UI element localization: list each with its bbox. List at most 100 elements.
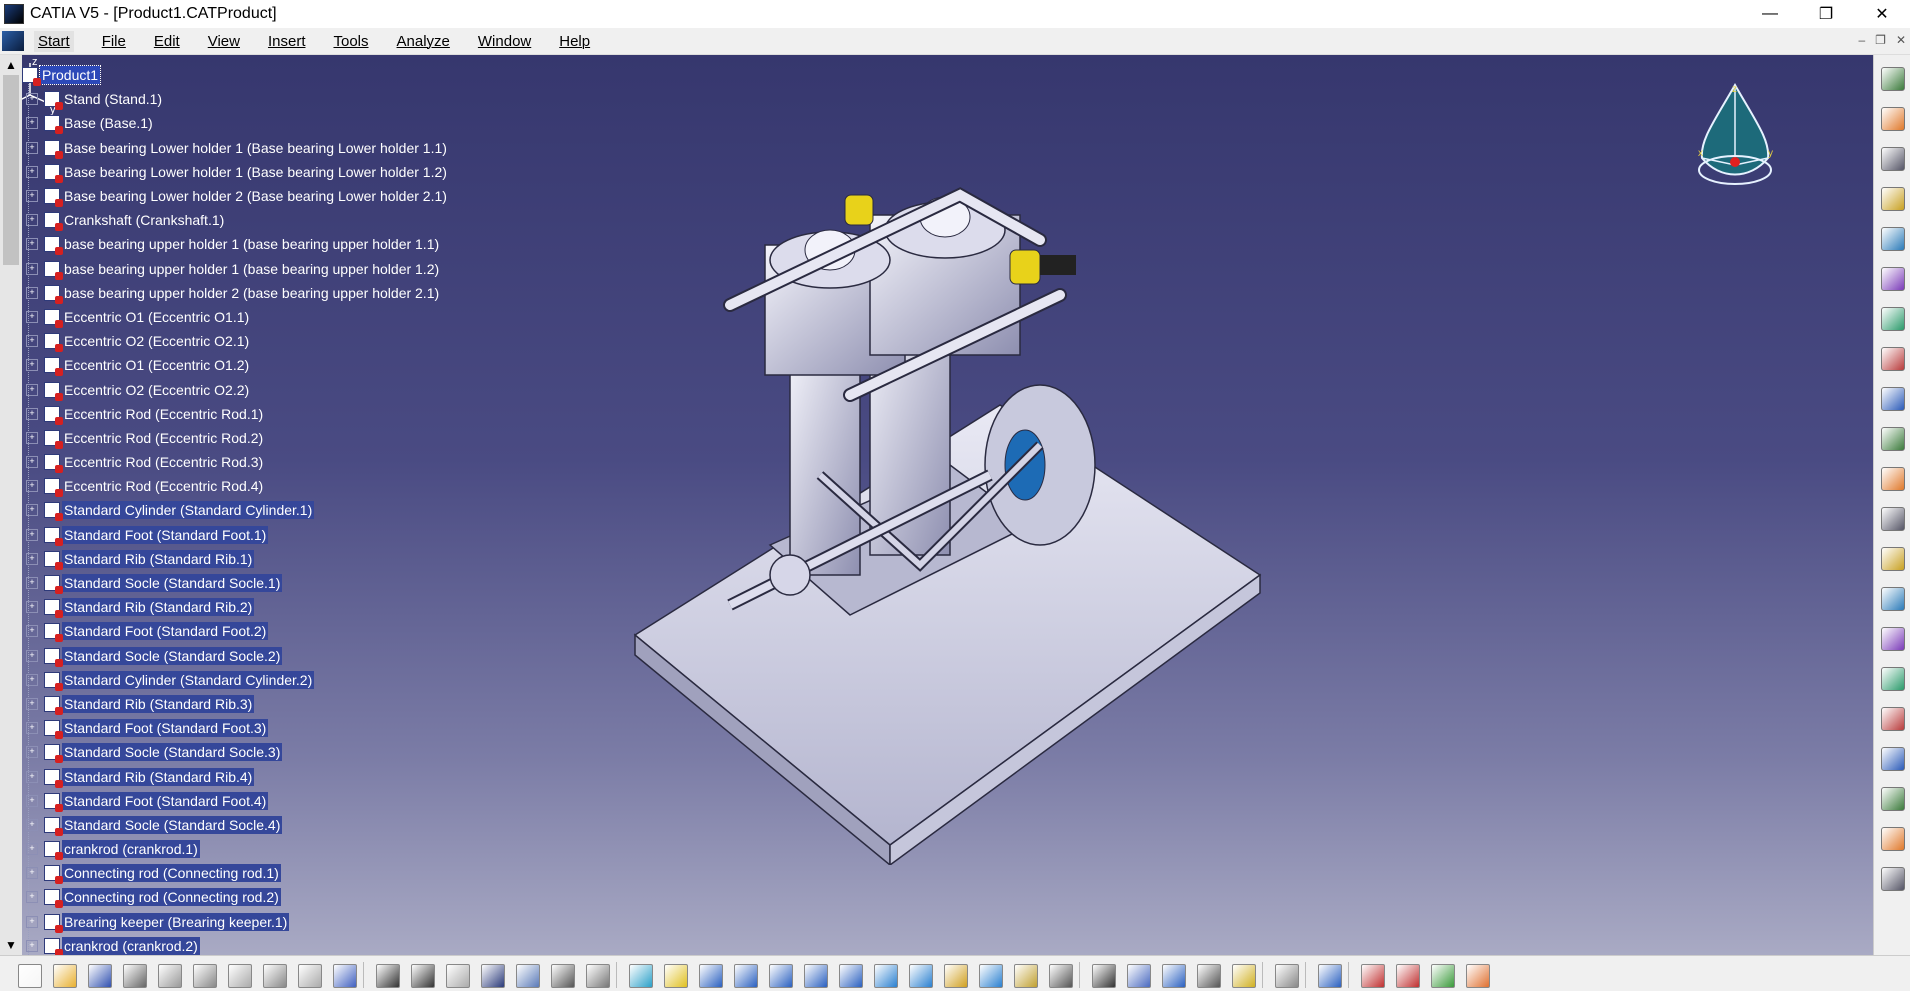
catalog-icon[interactable]	[1881, 467, 1905, 491]
tree-node-label[interactable]: Standard Socle (Standard Socle.2)	[62, 646, 283, 665]
expand-icon[interactable]: +	[26, 746, 38, 759]
analysis-icon[interactable]	[586, 964, 610, 988]
tree-node-label[interactable]: Crankshaft (Crankshaft.1)	[62, 211, 226, 229]
tree-node[interactable]: + Connecting rod (Connecting rod.1)	[22, 861, 449, 885]
tree-node-label[interactable]: Standard Foot (Standard Foot.2)	[62, 622, 269, 641]
expand-icon[interactable]: +	[26, 601, 38, 614]
expand-icon[interactable]: +	[26, 407, 38, 420]
tree-node[interactable]: + Eccentric O2 (Eccentric O2.2)	[22, 377, 449, 401]
tree-node-label[interactable]: Eccentric Rod (Eccentric Rod.2)	[62, 429, 265, 447]
expand-icon[interactable]: +	[26, 891, 38, 904]
scenes-icon[interactable]	[1881, 867, 1905, 891]
measure-icon[interactable]	[1881, 747, 1905, 771]
expand-icon[interactable]: +	[26, 528, 38, 541]
iso-view-icon[interactable]	[909, 964, 933, 988]
new-icon[interactable]	[18, 964, 42, 988]
expand-icon[interactable]: +	[26, 818, 38, 831]
tree-node[interactable]: + Eccentric O2 (Eccentric O2.1)	[22, 329, 449, 353]
tree-node[interactable]: + Standard Rib (Standard Rib.2)	[22, 595, 449, 619]
gear-1-icon[interactable]	[1881, 187, 1905, 211]
tree-node-label[interactable]: Connecting rod (Connecting rod.1)	[62, 864, 281, 883]
tree-node-label[interactable]: base bearing upper holder 1 (base bearin…	[62, 260, 441, 278]
table-icon[interactable]	[481, 964, 505, 988]
tree-node[interactable]: + Standard Rib (Standard Rib.4)	[22, 764, 449, 788]
restore-button[interactable]: ❐	[1798, 0, 1854, 28]
assembly-gear-icon[interactable]	[1881, 67, 1905, 91]
cube-render-icon[interactable]	[1396, 964, 1420, 988]
tree-node[interactable]: + Base bearing Lower holder 2 (Base beari…	[22, 184, 449, 208]
close-button[interactable]: ✕	[1854, 0, 1910, 28]
tree-node[interactable]: + Eccentric Rod (Eccentric Rod.1)	[22, 402, 449, 426]
doc-minimize-button[interactable]: –	[1858, 33, 1865, 47]
3d-compass-icon[interactable]: x y z	[1690, 80, 1780, 200]
grid-icon[interactable]	[1466, 964, 1490, 988]
expand-icon[interactable]: +	[26, 722, 38, 735]
expand-icon[interactable]: +	[26, 794, 38, 807]
expand-icon[interactable]: +	[26, 504, 38, 517]
tree-node-label[interactable]: base bearing upper holder 2 (base bearin…	[62, 284, 441, 302]
tree-node-label[interactable]: base bearing upper holder 1 (base bearin…	[62, 235, 441, 253]
zoom-out-icon[interactable]	[804, 964, 828, 988]
expand-icon[interactable]: +	[26, 552, 38, 565]
expand-icon[interactable]: +	[26, 214, 38, 227]
tree-node-label[interactable]: Standard Socle (Standard Socle.3)	[62, 743, 283, 762]
catia-compass-menu-icon[interactable]	[2, 31, 24, 51]
expand-icon[interactable]: +	[26, 117, 38, 130]
rotate-icon[interactable]	[734, 964, 758, 988]
tree-node-label[interactable]: crankrod (crankrod.2)	[62, 936, 200, 955]
doc-close-button[interactable]: ✕	[1896, 33, 1906, 47]
section-icon[interactable]	[1881, 707, 1905, 731]
print-icon[interactable]	[123, 964, 147, 988]
tree-node[interactable]: + Standard Cylinder (Standard Cylinder.1)	[22, 498, 449, 522]
save-icon[interactable]	[88, 964, 112, 988]
undo-icon[interactable]	[263, 964, 287, 988]
tree-node-label[interactable]: Eccentric O2 (Eccentric O2.1)	[62, 332, 251, 350]
knowledge-icon[interactable]	[411, 964, 435, 988]
tree-node[interactable]: + base bearing upper holder 2 (base beari…	[22, 281, 449, 305]
tree-node-label[interactable]: Base bearing Lower holder 1 (Base bearin…	[62, 163, 449, 181]
measure-between-icon[interactable]	[1162, 964, 1186, 988]
constraint-icon[interactable]	[1881, 427, 1905, 451]
replace-icon[interactable]	[1881, 387, 1905, 411]
expand-icon[interactable]: +	[26, 383, 38, 396]
menu-insert[interactable]: Insert	[268, 33, 306, 50]
tree-node[interactable]: + Eccentric O1 (Eccentric O1.1)	[22, 305, 449, 329]
redo-icon[interactable]	[298, 964, 322, 988]
expand-icon[interactable]: +	[26, 843, 38, 856]
menu-help[interactable]: Help	[559, 33, 590, 50]
catalog-browser-icon[interactable]	[1127, 964, 1151, 988]
tree-node[interactable]: + Standard Cylinder (Standard Cylinder.2)	[22, 668, 449, 692]
law-icon[interactable]	[516, 964, 540, 988]
clash-icon[interactable]	[1881, 667, 1905, 691]
tree-root-label[interactable]: Product1	[38, 65, 102, 86]
minimize-button[interactable]: —	[1742, 0, 1798, 28]
move-icon[interactable]	[1881, 547, 1905, 571]
apply-material-icon[interactable]	[1318, 964, 1342, 988]
manipulate-icon[interactable]	[1881, 147, 1905, 171]
design-table-icon[interactable]	[446, 964, 470, 988]
tree-node[interactable]: + Brearing keeper (Brearing keeper.1)	[22, 910, 449, 934]
tree-node-label[interactable]: Standard Foot (Standard Foot.3)	[62, 719, 269, 738]
expand-icon[interactable]: +	[26, 93, 38, 106]
snap-icon[interactable]	[1881, 627, 1905, 651]
copy-icon[interactable]	[193, 964, 217, 988]
gear-3-icon[interactable]	[1881, 267, 1905, 291]
expand-icon[interactable]: +	[26, 359, 38, 372]
capture-icon[interactable]	[1092, 964, 1116, 988]
expand-icon[interactable]: +	[26, 915, 38, 928]
scroll-down-arrow-icon[interactable]: ▼	[3, 937, 19, 953]
menu-analyze[interactable]: Analyze	[397, 33, 450, 50]
tree-node-label[interactable]: Standard Rib (Standard Rib.1)	[62, 549, 255, 568]
tree-node[interactable]: + crankrod (crankrod.1)	[22, 837, 449, 861]
expand-icon[interactable]: +	[26, 867, 38, 880]
tree-node-label[interactable]: Standard Socle (Standard Socle.1)	[62, 574, 283, 593]
shading-icon[interactable]	[979, 964, 1003, 988]
expand-icon[interactable]: +	[26, 649, 38, 662]
expand-icon[interactable]: +	[26, 286, 38, 299]
expand-icon[interactable]: +	[26, 939, 38, 952]
tree-node[interactable]: + Stand (Stand.1)	[22, 87, 449, 111]
zoom-in-icon[interactable]	[769, 964, 793, 988]
measure-item-icon[interactable]	[1197, 964, 1221, 988]
tree-node-label[interactable]: Base (Base.1)	[62, 114, 155, 132]
axis-system-icon[interactable]	[1049, 964, 1073, 988]
